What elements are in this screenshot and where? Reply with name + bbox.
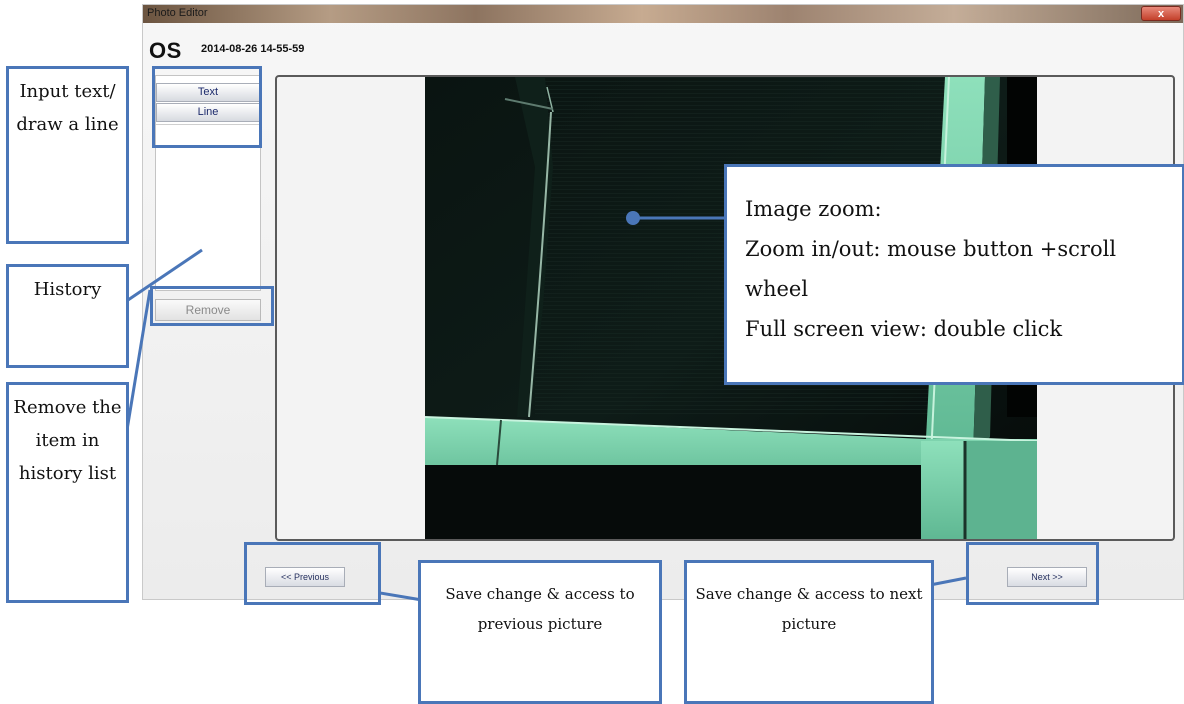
remove-highlight bbox=[150, 286, 274, 326]
next-highlight bbox=[966, 542, 1099, 605]
zoom-title: Image zoom: bbox=[745, 197, 882, 221]
remove-callout: Remove the item in history list bbox=[6, 382, 129, 603]
fullscreen-text: Full screen view: double click bbox=[745, 317, 1063, 341]
previous-callout: Save change & access to previous picture bbox=[418, 560, 662, 704]
input-callout: Input text/ draw a line bbox=[6, 66, 129, 244]
tools-highlight bbox=[152, 66, 262, 148]
zoom-callout: Image zoom: Zoom in/out: mouse button +s… bbox=[724, 164, 1184, 385]
zoom-in-out-text: Zoom in/out: mouse button +scroll wheel bbox=[745, 237, 1117, 301]
history-callout: History bbox=[6, 264, 129, 368]
previous-highlight bbox=[244, 542, 381, 605]
next-callout: Save change & access to next picture bbox=[684, 560, 934, 704]
